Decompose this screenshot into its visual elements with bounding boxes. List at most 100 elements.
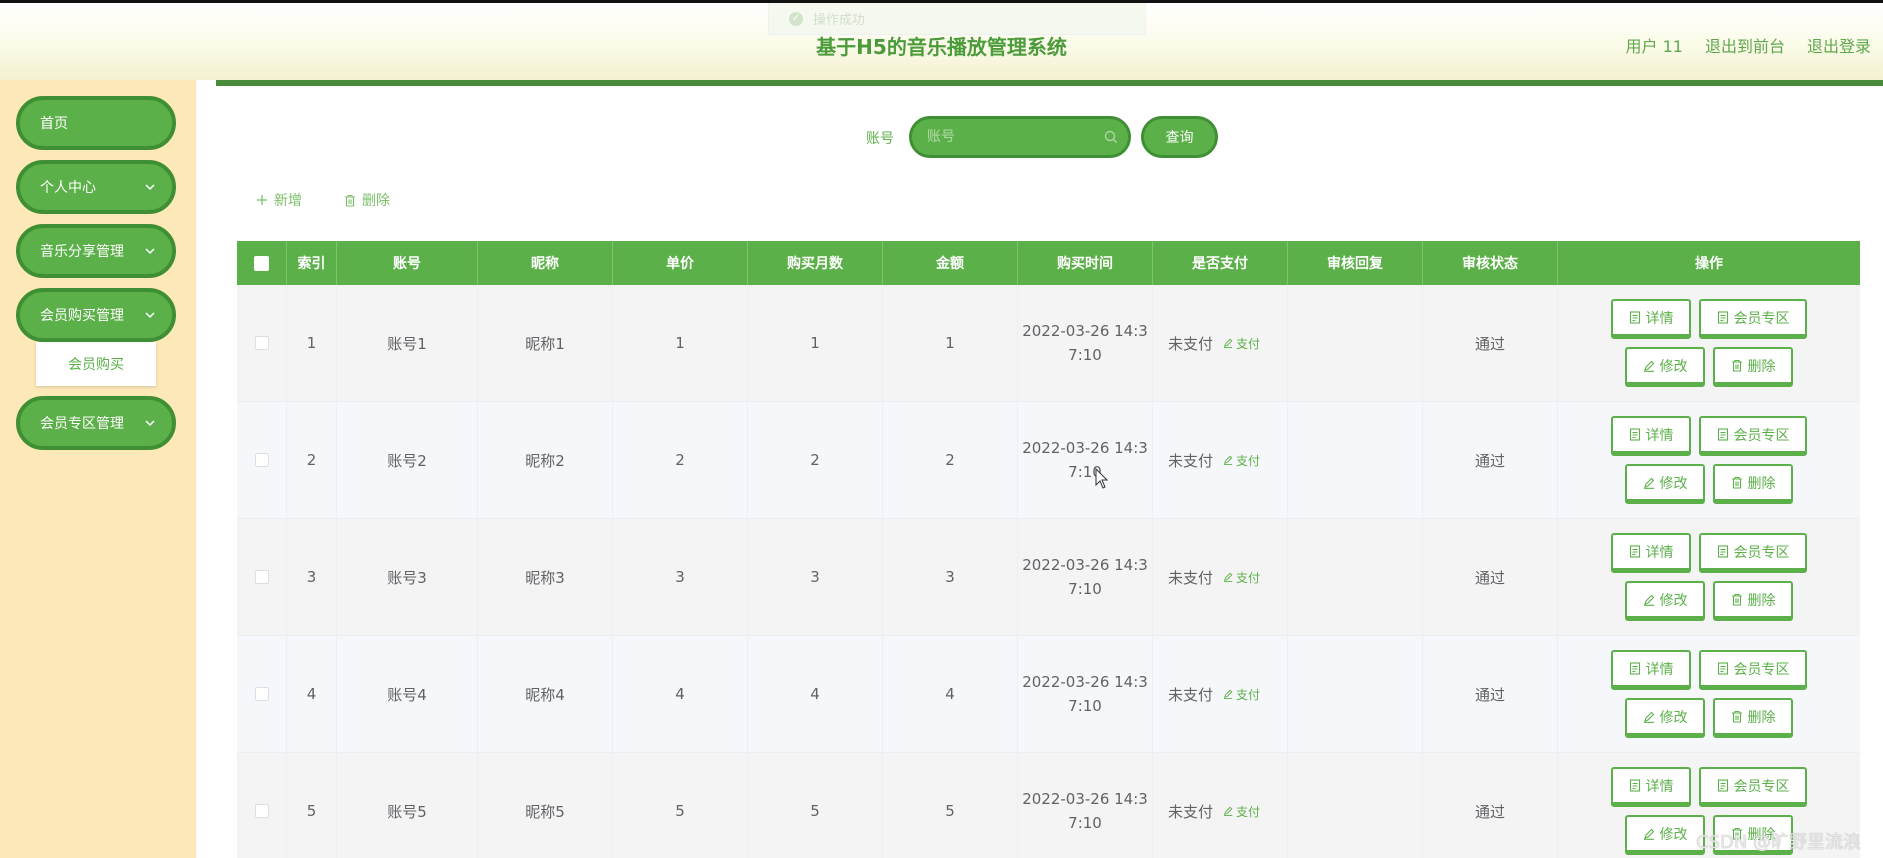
actions-line: 修改 删除 [1625,347,1793,387]
vip-zone-button[interactable]: 会员专区 [1699,533,1807,573]
pay-link[interactable]: 支付 [1223,686,1260,703]
sidebar-item-label: 会员购买管理 [40,308,124,324]
cell-nickname: 昵称5 [478,753,613,858]
col-header: 单价 [613,241,748,285]
cell-paid: 未支付 支付 [1153,753,1288,858]
col-header: 昵称 [478,241,613,285]
edit-icon [1223,806,1233,816]
batch-delete-button[interactable]: 删除 [344,190,390,210]
detail-button[interactable]: 详情 [1611,767,1691,807]
vip-zone-button[interactable]: 会员专区 [1699,767,1807,807]
cell-amount: 4 [883,636,1018,752]
header-divider [216,80,1883,86]
row-checkbox[interactable] [254,804,269,818]
table-row: 2 账号2 昵称2 2 2 2 2022-03-26 14:3 7:10 未支付 支付 通过 详情 会员… [237,402,1860,519]
sidebar-item-personal-center[interactable]: 个人中心 [16,160,176,214]
query-button[interactable]: 查询 [1141,116,1218,158]
sidebar-item-music-share[interactable]: 音乐分享管理 [16,224,176,278]
delete-button[interactable]: 删除 [1713,581,1793,621]
vip-zone-button[interactable]: 会员专区 [1699,416,1807,456]
pay-link[interactable]: 支付 [1223,569,1260,586]
add-button[interactable]: 新增 [256,190,302,210]
pay-link[interactable]: 支付 [1223,335,1260,352]
detail-button[interactable]: 详情 [1611,299,1691,339]
actions-line: 详情 会员专区 [1611,767,1807,807]
actions-line: 详情 会员专区 [1611,416,1807,456]
sidebar-item-vip-purchase[interactable]: 会员购买管理 [16,288,176,342]
cell-paid: 未支付 支付 [1153,285,1288,401]
vip-zone-button[interactable]: 会员专区 [1699,650,1807,690]
row-select-cell [237,636,287,752]
pay-link-label: 支付 [1236,804,1261,819]
actions-line: 修改 删除 [1625,581,1793,621]
time-line-2: 7:10 [1068,814,1102,832]
row-checkbox[interactable] [254,687,269,701]
pay-link-label: 支付 [1236,687,1261,702]
add-button-label: 新增 [274,193,302,209]
document-icon [1717,311,1728,324]
sidebar-item-label: 个人中心 [40,180,96,196]
row-checkbox[interactable] [254,453,269,467]
edit-icon [1643,594,1654,606]
document-icon [1629,545,1640,558]
cell-purchase-time: 2022-03-26 14:3 7:10 [1018,285,1153,401]
sidebar-item-label: 会员专区管理 [40,416,124,432]
paid-status: 未支付 [1168,451,1214,470]
sidebar-item-vip-zone[interactable]: 会员专区管理 [16,396,176,450]
time-line-2: 7:10 [1068,697,1102,715]
paid-status: 未支付 [1168,568,1214,587]
delete-button[interactable]: 删除 [1713,464,1793,504]
pay-link[interactable]: 支付 [1223,803,1260,820]
pay-link[interactable]: 支付 [1223,452,1260,469]
sidebar-item-home[interactable]: 首页 [16,96,176,150]
sidebar-item-label: 首页 [40,116,68,132]
header-links: 用户 11 退出到前台 退出登录 [1626,33,1871,57]
delete-button[interactable]: 删除 [1713,698,1793,738]
cell-review-reply [1288,402,1423,518]
detail-button[interactable]: 详情 [1611,650,1691,690]
cell-review-reply [1288,285,1423,401]
cell-purchase-time: 2022-03-26 14:3 7:10 [1018,519,1153,635]
cell-purchase-time: 2022-03-26 14:3 7:10 [1018,753,1153,858]
detail-button-label: 详情 [1645,778,1674,795]
cell-months: 5 [748,753,883,858]
sidebar-subitem-vip-purchase[interactable]: 会员购买 [36,342,156,386]
row-select-cell [237,519,287,635]
batch-delete-button-label: 删除 [362,193,390,209]
edit-button-label: 修改 [1659,358,1688,375]
table-header: 索引 账号 昵称 单价 购买月数 金额 购买时间 是否支付 审核回复 审核状态 … [237,241,1860,285]
mouse-cursor-icon [1095,468,1109,489]
edit-button[interactable]: 修改 [1625,581,1705,621]
edit-button[interactable]: 修改 [1625,698,1705,738]
select-all-checkbox[interactable] [254,255,269,271]
cell-account: 账号5 [337,753,478,858]
paid-status: 未支付 [1168,802,1214,821]
row-checkbox[interactable] [254,570,269,584]
row-checkbox[interactable] [254,336,269,350]
edit-button-label: 修改 [1659,475,1688,492]
edit-button[interactable]: 修改 [1625,347,1705,387]
cell-account: 账号4 [337,636,478,752]
user-name[interactable]: 用户 11 [1626,33,1683,57]
cell-review-reply [1288,636,1423,752]
detail-button[interactable]: 详情 [1611,416,1691,456]
edit-button[interactable]: 修改 [1625,464,1705,504]
cell-actions: 详情 会员专区修改 删除 [1558,636,1860,752]
detail-button[interactable]: 详情 [1611,533,1691,573]
back-to-front-link[interactable]: 退出到前台 [1705,33,1785,57]
header-select-all[interactable] [237,241,287,285]
delete-button[interactable]: 删除 [1713,347,1793,387]
logout-link[interactable]: 退出登录 [1807,33,1871,57]
table-row: 5 账号5 昵称5 5 5 5 2022-03-26 14:3 7:10 未支付 支付 通过 详情 会员… [237,753,1860,858]
cell-nickname: 昵称2 [478,402,613,518]
cell-nickname: 昵称3 [478,519,613,635]
vip-zone-button-label: 会员专区 [1733,544,1790,561]
edit-button[interactable]: 修改 [1625,815,1705,855]
cell-index: 5 [287,753,337,858]
search-input[interactable] [927,129,1087,145]
vip-zone-button[interactable]: 会员专区 [1699,299,1807,339]
cell-review-status: 通过 [1423,753,1558,858]
chevron-down-icon [145,248,155,255]
table-body: 1 账号1 昵称1 1 1 1 2022-03-26 14:3 7:10 未支付 支付 通过 详情 会员… [237,285,1860,858]
vip-zone-button-label: 会员专区 [1733,661,1790,678]
